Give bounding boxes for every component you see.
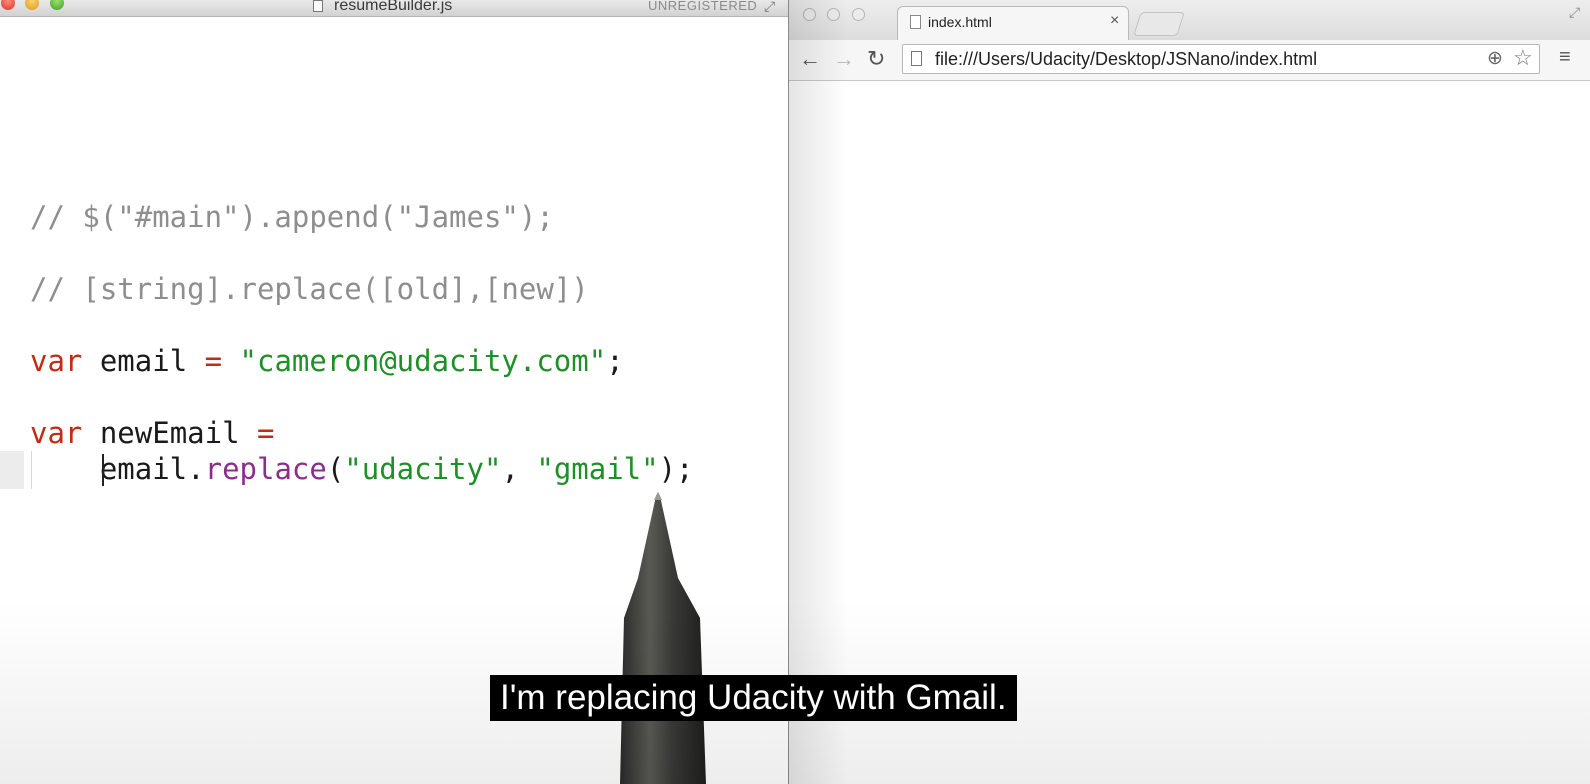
- text-caret: [102, 454, 104, 486]
- string-gmail: "gmail": [536, 452, 659, 486]
- identifier-email: email: [82, 344, 205, 378]
- forward-arrow-icon[interactable]: →: [833, 46, 855, 72]
- method-replace: replace: [204, 452, 327, 486]
- operator-assign: =: [257, 416, 275, 450]
- open-paren: (: [326, 452, 345, 486]
- string-email-value: "cameron@udacity.com": [222, 344, 607, 378]
- license-status-label: UNREGISTERED: [648, 0, 758, 13]
- editor-file-title: resumeBuilder.js: [334, 0, 453, 14]
- file-icon: [313, 0, 323, 12]
- close-window-icon[interactable]: [1, 0, 15, 10]
- keyword-var: var: [30, 344, 83, 378]
- code-line-email-declaration[interactable]: var email = "cameron@udacity.com";: [30, 343, 624, 379]
- browser-tab-index[interactable]: index.html ×: [897, 6, 1129, 40]
- object-email: email.: [99, 452, 205, 486]
- semicolon: ;: [606, 344, 624, 378]
- zoom-icon[interactable]: ⊕: [1487, 47, 1503, 70]
- address-bar[interactable]: file:///Users/Udacity/Desktop/JSNano/ind…: [902, 44, 1540, 74]
- pen-pointer-icon: [620, 492, 706, 784]
- zoom-window-icon[interactable]: [50, 0, 64, 10]
- zoom-window-icon[interactable]: [852, 8, 865, 21]
- back-arrow-icon[interactable]: ←: [799, 46, 821, 72]
- code-line-comment-append[interactable]: // $("#main").append("James");: [30, 199, 554, 235]
- current-line-gutter-marker: [0, 451, 24, 489]
- resize-icon[interactable]: ⤢: [1569, 4, 1580, 21]
- resize-icon[interactable]: ⤢: [764, 0, 775, 15]
- minimize-window-icon[interactable]: [25, 0, 39, 10]
- code-line-replace-call[interactable]: email.replace("udacity", "gmail");: [30, 451, 694, 487]
- bookmark-star-icon[interactable]: ☆: [1513, 45, 1533, 71]
- code-line-newemail-declaration[interactable]: var newEmail =: [30, 415, 274, 451]
- editor-titlebar: resumeBuilder.js UNREGISTERED ⤢: [0, 0, 788, 17]
- page-icon: [910, 15, 921, 29]
- new-tab-button[interactable]: [1133, 12, 1185, 36]
- browser-window: index.html × ⤢ ← → ↻ file:///Users/Udaci…: [788, 0, 1590, 784]
- video-caption: I'm replacing Udacity with Gmail.: [490, 675, 1017, 721]
- url-text[interactable]: file:///Users/Udacity/Desktop/JSNano/ind…: [935, 49, 1317, 70]
- comma: ,: [501, 452, 537, 486]
- browser-toolbar: ← → ↻ file:///Users/Udacity/Desktop/JSNa…: [789, 40, 1590, 81]
- menu-icon[interactable]: ≡: [1559, 46, 1571, 69]
- browser-tabstrip: index.html × ⤢: [789, 0, 1590, 40]
- close-window-icon[interactable]: [803, 8, 816, 21]
- string-udacity: "udacity": [344, 452, 502, 486]
- page-icon: [911, 51, 922, 66]
- tab-title: index.html: [928, 14, 992, 30]
- identifier-newemail: newEmail: [82, 416, 257, 450]
- code-line-comment-replace[interactable]: // [string].replace([old],[new]): [30, 271, 589, 307]
- tab-close-icon[interactable]: ×: [1110, 12, 1119, 30]
- operator-assign: =: [204, 344, 223, 378]
- minimize-window-icon[interactable]: [827, 8, 840, 21]
- keyword-var: var: [30, 416, 83, 450]
- close-paren-semicolon: );: [658, 452, 694, 486]
- reload-icon[interactable]: ↻: [867, 46, 885, 72]
